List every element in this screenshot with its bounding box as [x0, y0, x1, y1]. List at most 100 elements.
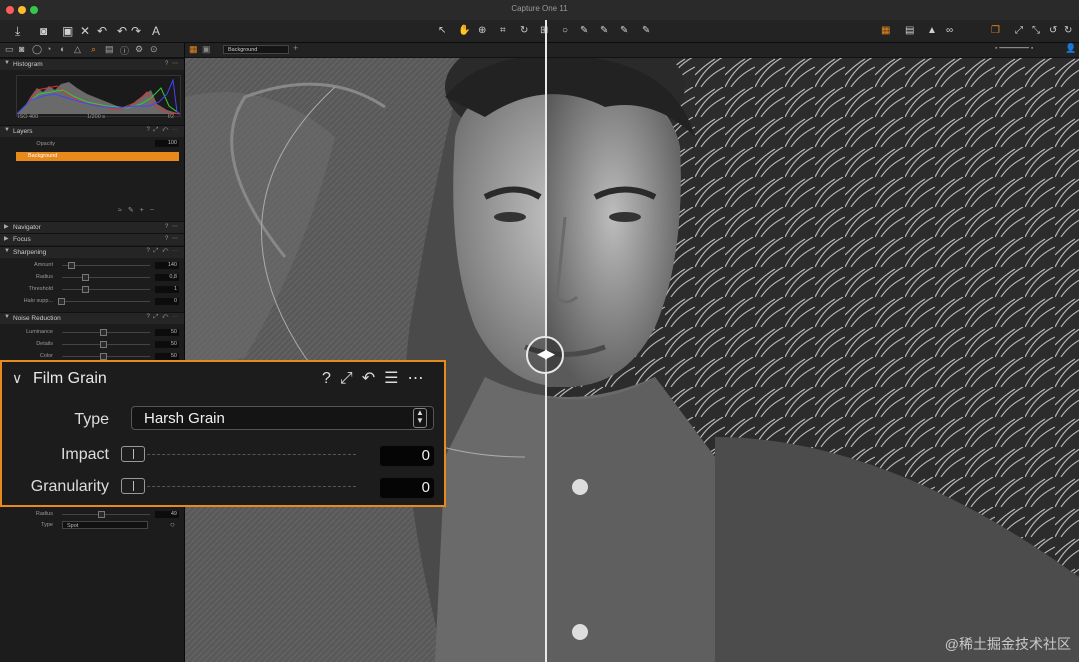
presets-menu-icon[interactable]: ☰: [384, 370, 398, 387]
details-slider-knob[interactable]: [100, 341, 107, 348]
copy-apply-icon[interactable]: ❐: [991, 23, 1000, 39]
metadata-tab-icon[interactable]: ⓘ: [120, 44, 129, 57]
halo-slider[interactable]: [62, 301, 150, 302]
output-tab-icon[interactable]: ⚙: [135, 44, 143, 55]
threshold-slider-knob[interactable]: [82, 286, 89, 293]
crop-icon[interactable]: ⌗: [500, 23, 506, 39]
granularity-slider-knob[interactable]: [121, 478, 145, 494]
granularity-value[interactable]: 0: [380, 478, 434, 498]
amount-slider[interactable]: [62, 265, 150, 266]
navigator-controls[interactable]: ? ⋯: [165, 223, 179, 230]
library-tab-icon[interactable]: ▭: [5, 44, 14, 55]
lens-tab-icon[interactable]: ◯: [32, 44, 42, 55]
redo-icon[interactable]: ↶: [117, 23, 127, 39]
amount-slider-knob[interactable]: [68, 262, 75, 269]
eraser-icon[interactable]: ✎: [600, 23, 608, 39]
sharpening-header[interactable]: ▼ Sharpening ? ⤢ ↶ ⋯: [0, 246, 184, 258]
impact-value[interactable]: 0: [380, 446, 434, 466]
impact-slider-knob[interactable]: [121, 446, 145, 462]
histogram-controls[interactable]: ? ⋯: [165, 60, 179, 67]
color-tab-icon[interactable]: ◔: [46, 44, 51, 54]
opacity-value[interactable]: 100: [155, 140, 179, 147]
vignette-radius-label: Radius: [35, 511, 53, 517]
camera-icon[interactable]: ◙: [40, 23, 47, 39]
sharpening-controls[interactable]: ? ⤢ ↶ ⋯: [146, 248, 179, 255]
layers-controls[interactable]: ? ⤢ ↶ ⋯: [146, 127, 179, 134]
vignette-radius-value[interactable]: 49: [155, 511, 179, 518]
chevron-down-icon: ▼: [4, 127, 10, 133]
granularity-slider-track[interactable]: [122, 486, 356, 488]
layer-background-row[interactable]: Background: [16, 152, 179, 161]
grid-icon[interactable]: ▤: [905, 23, 914, 39]
radius-value[interactable]: 0,8: [155, 274, 179, 281]
halo-value[interactable]: 0: [155, 298, 179, 305]
layer-select[interactable]: Background: [223, 45, 289, 54]
spot-circle-icon[interactable]: ○: [170, 520, 175, 529]
layer-actions[interactable]: ≈✎+−: [118, 206, 160, 214]
luminance-value[interactable]: 50: [155, 329, 179, 336]
chevron-down-icon[interactable]: ∨: [12, 370, 22, 387]
viewer-grid-icon[interactable]: ▦: [189, 44, 198, 55]
brush-icon[interactable]: ✎: [580, 23, 588, 39]
amount-value[interactable]: 140: [155, 262, 179, 269]
vignette-type-select[interactable]: Spot: [62, 521, 148, 529]
details-value[interactable]: 50: [155, 341, 179, 348]
spot-icon[interactable]: ○: [562, 23, 568, 39]
undo-arrow-icon[interactable]: ↻: [1064, 23, 1072, 39]
histogram-header[interactable]: ▼ Histogram ? ⋯: [0, 58, 184, 70]
proof-glasses-icon[interactable]: ∞: [946, 23, 953, 39]
reset-icon[interactable]: ↺: [1049, 23, 1057, 39]
focus-header[interactable]: ▶ Focus ? ⋯: [0, 233, 184, 245]
pan-hand-icon[interactable]: ✋: [458, 23, 470, 39]
gradient-icon[interactable]: ✎: [642, 23, 650, 39]
local-adjust-tab-icon[interactable]: △: [74, 44, 81, 55]
reset-icon[interactable]: ↶: [362, 370, 375, 387]
compare-divider-handle[interactable]: ◀▶: [526, 336, 564, 374]
layers-header[interactable]: ▼ Layers ? ⤢ ↶ ⋯: [0, 125, 184, 137]
vignette-radius-knob[interactable]: [98, 511, 105, 518]
expand-arrow-icon[interactable]: ⤢: [340, 370, 353, 387]
radius-slider-knob[interactable]: [82, 274, 89, 281]
add-layer-icon[interactable]: +: [293, 43, 298, 53]
noise-reduction-controls[interactable]: ? ⤢ ↶ ⋯: [146, 314, 179, 321]
import-icon[interactable]: ⤓: [15, 23, 20, 39]
threshold-slider[interactable]: [62, 289, 150, 290]
chevron-down-icon: ▼: [4, 314, 10, 320]
noise-reduction-header[interactable]: ▼ Noise Reduction ? ⤢ ↶ ⋯: [0, 312, 184, 324]
batch-tab-icon[interactable]: ⊙: [150, 44, 158, 55]
redo-forward-icon[interactable]: ↷: [131, 23, 141, 39]
impact-slider-track[interactable]: [122, 454, 356, 456]
navigator-header[interactable]: ▶ Navigator ? ⋯: [0, 221, 184, 233]
vignette-radius-slider[interactable]: [62, 514, 150, 515]
picker-icon[interactable]: ✎: [620, 23, 628, 39]
auto-adjust-icon[interactable]: A: [152, 23, 160, 39]
radius-slider[interactable]: [62, 277, 150, 278]
color-value[interactable]: 50: [155, 353, 179, 360]
expand-icon[interactable]: ⤢: [1015, 23, 1023, 39]
viewer-single-icon[interactable]: ▣: [202, 44, 211, 55]
exposure-warning-icon[interactable]: ▲: [927, 23, 937, 39]
select-cursor-icon[interactable]: ↖: [438, 23, 446, 39]
help-icon[interactable]: ?: [322, 370, 331, 387]
focus-controls[interactable]: ? ⋯: [165, 235, 179, 242]
halo-slider-knob[interactable]: [58, 298, 65, 305]
export-icon[interactable]: ▣: [62, 23, 73, 39]
details-tab-icon[interactable]: ⌕: [91, 44, 96, 55]
delete-icon[interactable]: ✕: [80, 23, 90, 39]
capture-tab-icon[interactable]: ◙: [19, 44, 24, 54]
thumbnail-size-slider[interactable]: ▪ ━━━━━━━ ▪: [995, 44, 1033, 52]
exposure-tab-icon[interactable]: ◐: [60, 44, 65, 54]
user-icon[interactable]: 👤: [1065, 43, 1076, 54]
adjustments-tab-icon[interactable]: ▤: [105, 44, 114, 55]
zoom-icon[interactable]: ⊕: [478, 23, 486, 39]
more-options-icon[interactable]: ⋯: [407, 370, 423, 387]
rotate-icon[interactable]: ↻: [520, 23, 528, 39]
grain-type-select[interactable]: Harsh Grain ▲ ▼: [131, 406, 434, 430]
threshold-value[interactable]: 1: [155, 286, 179, 293]
color-slider-knob[interactable]: [100, 353, 107, 360]
proof-margin-icon[interactable]: ▦: [881, 23, 890, 39]
undo-icon[interactable]: ↶: [97, 23, 107, 39]
left-right-arrows-icon: ◀▶: [537, 346, 555, 361]
luminance-slider-knob[interactable]: [100, 329, 107, 336]
collapse-icon[interactable]: ⤡: [1032, 23, 1040, 39]
